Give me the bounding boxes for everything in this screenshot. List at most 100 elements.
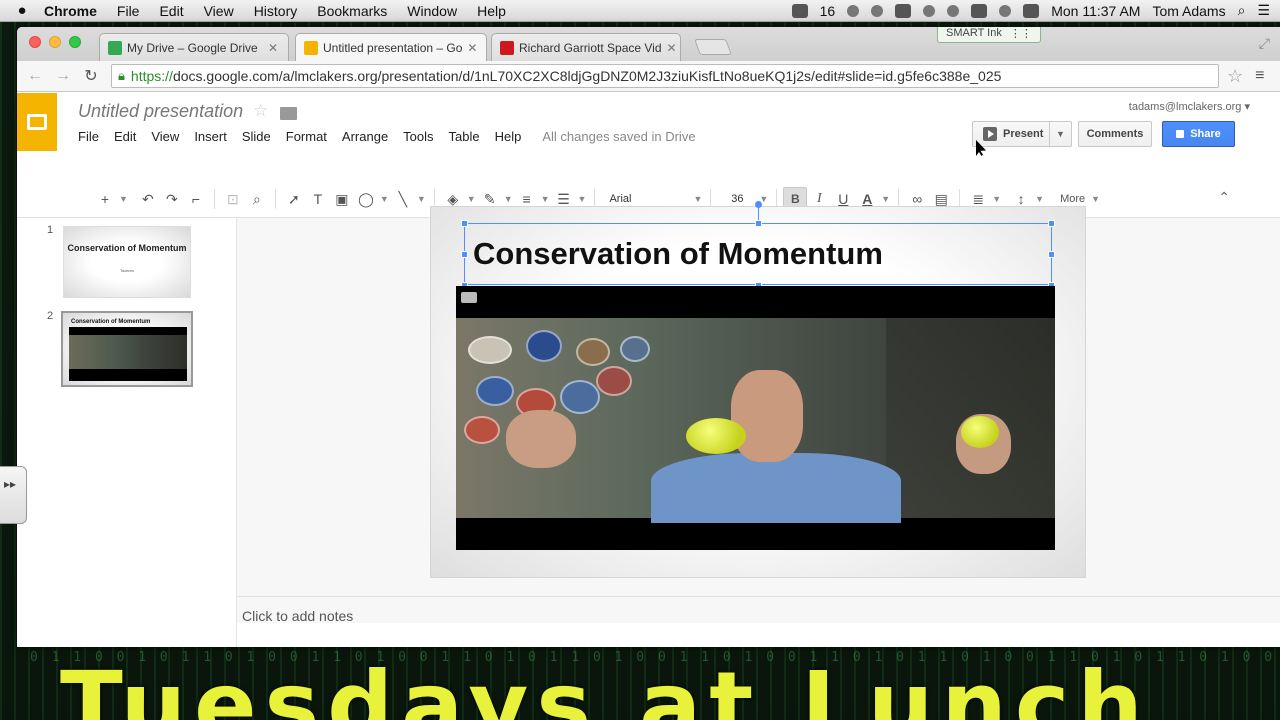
app-menu-view[interactable]: View [151,129,179,144]
toolbar-divider [710,189,712,209]
image-icon[interactable]: ▣ [330,187,354,211]
smart-ink-toolbar[interactable]: SMART Ink ⋮⋮ [937,27,1041,43]
tab-close-icon[interactable]: ✕ [268,41,278,55]
apple-icon[interactable]: ● [0,2,44,19]
url-input[interactable]: 🔒︎ https:// docs.google.com/a/lmclakers.… [111,64,1219,88]
resize-handle[interactable] [1048,220,1055,227]
thumbnail-subtitle: Tadams [119,268,134,273]
slide-thumbnail-2[interactable]: Conservation of Momentum [61,311,193,387]
url-text: docs.google.com/a/lmclakers.org/presenta… [172,68,1002,84]
chrome-menu-icon[interactable]: ≡ [1255,67,1264,85]
time-machine-icon[interactable] [923,4,936,17]
app-menu-tools[interactable]: Tools [403,129,433,144]
embedded-video[interactable] [456,286,1055,550]
user-name[interactable]: Tom Adams [1152,3,1225,19]
menu-app-name[interactable]: Chrome [44,3,97,19]
app-menu-help[interactable]: Help [495,129,522,144]
menu-edit[interactable]: Edit [159,3,183,19]
resize-handle[interactable] [461,220,468,227]
app-menu-file[interactable]: File [78,129,99,144]
zoom-icon[interactable]: ⌕ [245,187,269,211]
app-menu-edit[interactable]: Edit [114,129,136,144]
present-button[interactable]: Present ▼ [972,121,1072,147]
resize-handle[interactable] [755,220,762,227]
paint-format-icon[interactable]: ⌐ [184,187,208,211]
forward-button[interactable]: → [49,67,77,85]
menu-bookmarks[interactable]: Bookmarks [317,3,387,19]
volume-icon[interactable] [999,4,1012,17]
text-box-icon[interactable]: T [306,187,330,211]
menu-view[interactable]: View [204,3,234,19]
clock[interactable]: Mon 11:37 AM [1051,3,1140,19]
sync-icon[interactable] [847,4,860,17]
new-slide-icon[interactable]: + [93,187,117,211]
minimize-window-button[interactable] [49,36,61,48]
speaker-notes[interactable]: Click to add notes [242,608,353,624]
bookmark-star-icon[interactable]: ☆ [1227,66,1243,87]
shape-dropdown-icon[interactable]: ▼ [378,187,391,211]
star-icon[interactable]: ☆ [253,101,268,121]
tab-my-drive[interactable]: My Drive – Google Drive ✕ [99,33,289,61]
rotate-handle[interactable] [755,201,762,208]
slide-filmstrip: 1 Conservation of Momentum Tadams 2 Cons… [17,218,237,647]
resize-handle[interactable] [1048,251,1055,258]
reload-button[interactable]: ↻ [77,66,105,86]
spotlight-icon[interactable]: ⌕ [1238,2,1246,19]
video-frame [456,318,1055,523]
menu-file[interactable]: File [117,3,140,19]
account-email[interactable]: tadams@lmclakers.org ▾ [1129,100,1250,113]
overlay-banner: Tuesdays at Lunch [60,652,1151,720]
close-window-button[interactable] [29,36,41,48]
app-menu-arrange[interactable]: Arrange [342,129,388,144]
input-source-icon[interactable] [791,3,808,18]
folder-icon[interactable] [280,107,297,120]
line-dropdown-icon[interactable]: ▼ [415,187,428,211]
app-menu-slide[interactable]: Slide [242,129,271,144]
airplay-icon[interactable] [895,3,912,18]
slides-logo-icon[interactable] [17,93,57,151]
tab-label: My Drive – Google Drive [127,40,258,55]
smart-sidebar-handle[interactable]: ▸▸ [0,466,27,524]
menu-help[interactable]: Help [477,3,506,19]
menu-history[interactable]: History [254,3,298,19]
new-tab-button[interactable] [694,39,732,55]
wifi-icon[interactable] [971,3,988,18]
resize-handle[interactable] [461,251,468,258]
mac-menu-bar: ● Chrome File Edit View History Bookmark… [0,0,1280,22]
tab-close-icon[interactable]: ✕ [467,41,477,55]
zoom-window-button[interactable] [69,36,81,48]
document-title[interactable]: Untitled presentation [78,101,243,122]
comments-button[interactable]: Comments [1078,121,1152,147]
shape-icon[interactable]: ◯ [354,187,378,211]
calendar-icon[interactable] [1023,3,1040,18]
slide-thumbnail-1[interactable]: Conservation of Momentum Tadams [63,226,191,298]
thumbnail-video [69,327,187,381]
save-status: All changes saved in Drive [542,129,696,144]
app-menu-format[interactable]: Format [286,129,327,144]
select-cursor-icon[interactable]: ➚ [282,187,306,211]
line-icon[interactable]: ╲ [391,187,415,211]
share-button[interactable]: Share [1162,121,1235,147]
menu-window[interactable]: Window [407,3,457,19]
notification-center-icon[interactable]: ☰ [1257,2,1270,19]
slide-title-textbox[interactable]: Conservation of Momentum [464,223,1052,285]
tab-close-icon[interactable]: ✕ [667,41,677,55]
new-slide-dropdown-icon[interactable]: ▼ [117,187,130,211]
app-menu-insert[interactable]: Insert [194,129,227,144]
zoom-fit-icon[interactable]: ⊡ [221,187,245,211]
collapse-toolbar-icon[interactable]: ⌃ [1218,189,1230,206]
thumbnail-title: Conservation of Momentum [71,319,151,325]
thumbnail-title: Conservation of Momentum [67,243,187,253]
present-dropdown-icon[interactable]: ▼ [1049,122,1071,146]
undo-icon[interactable]: ↶ [136,187,160,211]
camera-icon[interactable] [871,4,884,17]
bluetooth-icon[interactable] [947,4,960,17]
tab-untitled-presentation[interactable]: Untitled presentation – Go ✕ [295,33,487,61]
back-button[interactable]: ← [21,67,49,85]
tennis-ball-floating [686,418,746,454]
app-menu-table[interactable]: Table [449,129,480,144]
tab-space-video[interactable]: Richard Garriott Space Vid ✕ [491,33,681,61]
redo-icon[interactable]: ↷ [160,187,184,211]
fullscreen-icon[interactable]: ⤢ [1259,35,1270,52]
more-dropdown-icon[interactable]: ▼ [1089,187,1102,211]
